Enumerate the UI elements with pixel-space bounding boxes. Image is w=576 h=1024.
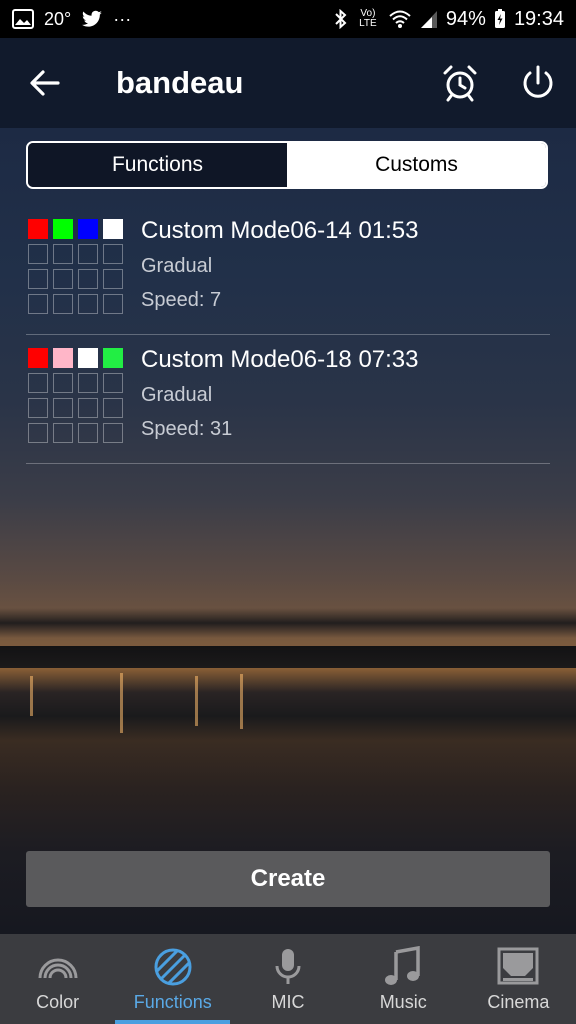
microphone-icon — [275, 949, 301, 984]
functions-icon — [154, 948, 192, 986]
custom-mode-item[interactable]: Custom Mode06-18 07:33 Gradual Speed: 31 — [26, 336, 550, 464]
tab-customs[interactable]: Customs — [287, 143, 546, 187]
nav-item-cinema[interactable]: Cinema — [461, 934, 576, 1024]
cinema-icon — [497, 947, 539, 985]
battery-percent: 94% — [445, 7, 486, 30]
empty-color-slot — [28, 373, 48, 393]
color-grid — [28, 219, 123, 314]
create-button[interactable]: Create — [26, 851, 550, 907]
empty-color-slot — [53, 294, 73, 314]
back-arrow-icon[interactable] — [28, 66, 62, 100]
custom-mode-name: Custom Mode06-18 07:33 — [141, 346, 419, 373]
empty-color-slot — [28, 398, 48, 418]
segmented-tabs: Functions Customs — [26, 141, 548, 189]
nav-label: Functions — [133, 992, 212, 1012]
nav-label: Cinema — [487, 992, 550, 1012]
nav-label: Color — [36, 992, 80, 1012]
empty-color-slot — [103, 373, 123, 393]
empty-color-slot — [53, 244, 73, 264]
gallery-icon — [12, 9, 34, 29]
empty-color-slot — [53, 423, 73, 443]
color-swatch — [78, 219, 98, 239]
empty-color-slot — [78, 398, 98, 418]
color-swatch — [28, 219, 48, 239]
empty-color-slot — [103, 269, 123, 289]
custom-mode-item[interactable]: Custom Mode06-14 01:53 Gradual Speed: 7 — [26, 207, 550, 335]
battery-icon — [494, 9, 505, 28]
empty-color-slot — [53, 398, 73, 418]
nav-item-functions[interactable]: Functions — [115, 934, 231, 1024]
app-bar: bandeau — [0, 38, 576, 128]
empty-color-slot — [28, 423, 48, 443]
signal-icon — [420, 11, 437, 28]
custom-mode-speed: Speed: 7 — [141, 289, 222, 311]
temperature: 20° — [44, 8, 72, 29]
color-swatch — [78, 348, 98, 368]
alarm-clock-icon[interactable] — [440, 63, 480, 103]
nav-label: Music — [379, 992, 427, 1012]
empty-color-slot — [103, 294, 123, 314]
reflection-light — [120, 673, 123, 733]
color-swatch — [103, 219, 123, 239]
empty-color-slot — [103, 244, 123, 264]
status-bar: 20° ··· Vo) LTE 94% 19:34 — [0, 0, 576, 38]
reflection-light — [195, 676, 198, 726]
color-swatch — [53, 219, 73, 239]
nav-item-color[interactable]: Color — [0, 934, 115, 1024]
empty-color-slot — [28, 294, 48, 314]
empty-color-slot — [78, 373, 98, 393]
empty-color-slot — [53, 373, 73, 393]
empty-color-slot — [78, 269, 98, 289]
empty-color-slot — [78, 244, 98, 264]
reflection-light — [30, 676, 33, 716]
reflection-light — [240, 674, 243, 729]
color-swatch — [53, 348, 73, 368]
nav-label: MIC — [271, 992, 305, 1012]
color-grid — [28, 348, 123, 443]
empty-color-slot — [78, 423, 98, 443]
empty-color-slot — [103, 398, 123, 418]
more-notifications: ··· — [113, 8, 132, 29]
color-swatch — [28, 348, 48, 368]
empty-color-slot — [78, 294, 98, 314]
custom-mode-type: Gradual — [141, 255, 213, 277]
empty-color-slot — [103, 423, 123, 443]
horizon-haze — [0, 608, 576, 638]
empty-color-slot — [53, 269, 73, 289]
shoreline — [0, 646, 576, 668]
custom-mode-name: Custom Mode06-14 01:53 — [141, 217, 419, 244]
nav-item-music[interactable]: Music — [346, 934, 461, 1024]
empty-color-slot — [28, 244, 48, 264]
bottom-nav: Color Functions MIC Music Cinema — [0, 934, 576, 1024]
active-indicator — [115, 1020, 231, 1024]
twitter-icon — [82, 10, 103, 27]
empty-color-slot — [28, 269, 48, 289]
power-icon[interactable] — [518, 63, 558, 103]
custom-mode-type: Gradual — [141, 384, 213, 406]
volte-indicator: Vo) LTE — [359, 8, 377, 29]
music-note-icon — [385, 946, 420, 985]
tab-functions[interactable]: Functions — [28, 143, 287, 187]
color-swatch — [103, 348, 123, 368]
wifi-icon — [389, 10, 411, 28]
clock: 19:34 — [513, 7, 564, 30]
bluetooth-icon — [335, 9, 347, 29]
custom-mode-speed: Speed: 31 — [141, 418, 233, 440]
page-title: bandeau — [116, 65, 244, 100]
nav-item-mic[interactable]: MIC — [230, 934, 345, 1024]
rainbow-icon — [38, 958, 78, 979]
